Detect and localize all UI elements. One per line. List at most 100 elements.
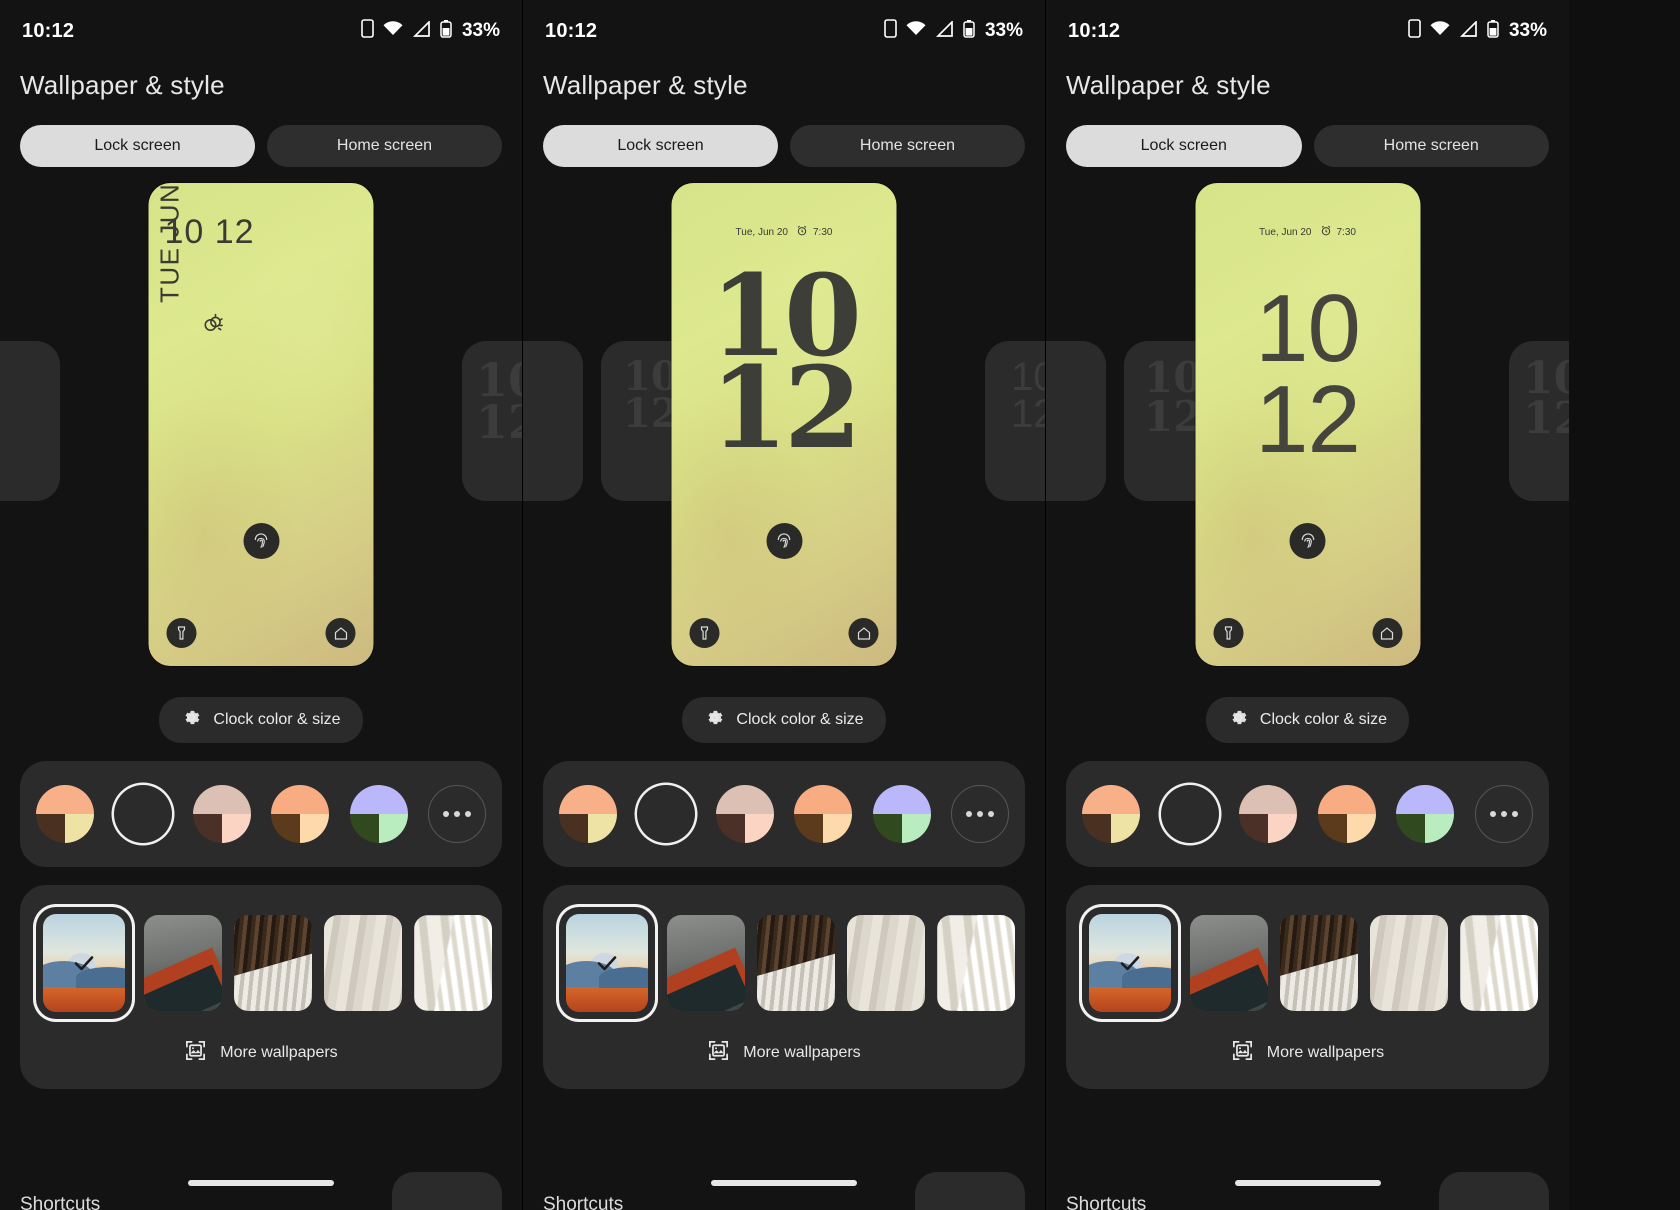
color-swatch-grey-selected[interactable]	[637, 785, 695, 843]
color-swatch-violet[interactable]	[349, 785, 408, 843]
page-title: Wallpaper & style	[1066, 70, 1271, 100]
wallpaper-thumb-sunset-mountain[interactable]	[559, 907, 655, 1019]
color-swatches-card	[543, 761, 1025, 867]
flashlight-icon[interactable]	[1213, 618, 1243, 648]
wallpaper-picker-card: More wallpapers	[1066, 885, 1549, 1089]
more-dots-icon[interactable]	[427, 785, 486, 843]
check-icon	[566, 914, 648, 1012]
clock-color-size-label: Clock color & size	[213, 711, 341, 728]
clock-color-size-label: Clock color & size	[1259, 711, 1388, 728]
wallpaper-thumbnails	[1082, 907, 1538, 1019]
clock-color-size-button[interactable]: Clock color & size	[682, 697, 886, 743]
color-swatch-peach[interactable]	[1082, 785, 1140, 843]
ghost-preview-right[interactable]: 10 12	[985, 341, 1045, 501]
panel-1: 10:12 33% Wallpaper & style Lock screen	[0, 0, 523, 1210]
ghost-digits-line2: 12	[1523, 393, 1569, 445]
home-icon[interactable]	[325, 618, 356, 648]
ghost-preview-left[interactable]: 10 12	[0, 341, 60, 501]
wallpaper-thumb-dark-feather[interactable]	[1280, 915, 1358, 1011]
color-swatch-orange[interactable]	[1317, 785, 1376, 843]
wallpaper-thumb-white-silk[interactable]	[847, 915, 925, 1011]
ghost-preview-right[interactable]: 10 12	[462, 341, 522, 501]
wallpaper-thumb-white-feather[interactable]	[1460, 915, 1538, 1011]
ghost-digits-line1: 10	[1011, 355, 1045, 399]
wifi-icon	[383, 21, 403, 41]
lock-screen-preview[interactable]: Tue, Jun 20 7:30 10 12	[671, 183, 897, 666]
wallpaper-thumb-red-ship[interactable]	[1190, 915, 1268, 1011]
nav-handle[interactable]	[711, 1180, 857, 1186]
flashlight-icon[interactable]	[689, 618, 720, 648]
tab-lock-screen[interactable]: Lock screen	[20, 125, 255, 167]
page-title: Wallpaper & style	[20, 70, 225, 100]
wallpaper-thumb-red-ship[interactable]	[144, 915, 222, 1011]
color-swatch-blush[interactable]	[1239, 785, 1298, 843]
ghost-preview-left[interactable]: 10 12	[1046, 341, 1106, 501]
tab-lock-screen[interactable]: Lock screen	[1066, 125, 1302, 167]
fingerprint-icon[interactable]	[243, 523, 279, 559]
wallpaper-thumb-white-feather[interactable]	[414, 915, 492, 1011]
clock-settings-row: Clock color & size	[0, 697, 522, 743]
lock-screen-preview[interactable]: Tue, Jun 20 7:30 10 12	[1195, 183, 1420, 666]
wallpaper-thumb-sunset-mountain[interactable]	[1082, 907, 1178, 1019]
status-bar: 10:12 33%	[0, 0, 522, 48]
ghost-preview-right[interactable]: 10 12	[1509, 341, 1569, 501]
tab-home-screen[interactable]: Home screen	[1313, 125, 1549, 167]
wallpaper-thumb-white-silk[interactable]	[1370, 915, 1448, 1011]
home-icon[interactable]	[848, 618, 879, 648]
battery-icon	[963, 19, 975, 43]
alarm-icon	[797, 225, 808, 239]
color-swatch-blush[interactable]	[715, 785, 774, 843]
color-swatch-violet[interactable]	[872, 785, 931, 843]
color-swatch-violet[interactable]	[1396, 785, 1455, 843]
ghost-digits-line2: 12	[1011, 391, 1045, 436]
wallpaper-thumb-red-ship[interactable]	[667, 915, 745, 1011]
wallpaper-thumb-dark-feather[interactable]	[234, 915, 312, 1011]
fingerprint-icon[interactable]	[766, 523, 802, 559]
clock-color-size-button[interactable]: Clock color & size	[1205, 697, 1410, 743]
image-icon	[707, 1039, 730, 1067]
color-swatch-orange[interactable]	[794, 785, 853, 843]
more-dots-icon[interactable]	[950, 785, 1009, 843]
wallpaper-thumb-white-silk[interactable]	[324, 915, 402, 1011]
nav-handle[interactable]	[1234, 1180, 1381, 1186]
color-swatch-peach[interactable]	[36, 785, 94, 843]
color-swatch-peach[interactable]	[559, 785, 617, 843]
wallpaper-preview-carousel: 10 12 10 12 10 12 Tue, Jun 20	[523, 183, 1045, 683]
more-wallpapers-button[interactable]: More wallpapers	[36, 1019, 486, 1089]
ghost-preview-left[interactable]: 10 12	[523, 341, 583, 501]
more-wallpapers-button[interactable]: More wallpapers	[559, 1019, 1009, 1089]
preview-date-vertical: TUE JUN 20	[154, 183, 185, 303]
preview-status-line: Tue, Jun 20 7:30	[672, 225, 897, 239]
tab-lock-screen[interactable]: Lock screen	[543, 125, 778, 167]
color-swatch-grey-selected[interactable]	[1161, 785, 1219, 843]
color-swatch-blush[interactable]	[192, 785, 251, 843]
more-dots-icon[interactable]	[1474, 785, 1533, 843]
color-swatches-card	[20, 761, 502, 867]
fingerprint-icon[interactable]	[1289, 523, 1326, 559]
color-swatch-grey-selected[interactable]	[114, 785, 172, 843]
phone-icon	[884, 19, 897, 43]
home-icon[interactable]	[1372, 618, 1402, 648]
color-swatch-orange[interactable]	[271, 785, 330, 843]
wifi-icon	[1430, 21, 1450, 41]
wallpaper-thumb-white-feather[interactable]	[937, 915, 1015, 1011]
ghost-digits-line2: 12	[1144, 391, 1203, 441]
wallpaper-thumb-dark-feather[interactable]	[757, 915, 835, 1011]
lock-screen-preview[interactable]: 10 12 TUE JUN 20 58°	[148, 183, 374, 666]
battery-percent: 33%	[1508, 20, 1547, 41]
ghost-digits-line2: 12	[623, 389, 679, 437]
more-wallpapers-label: More wallpapers	[220, 1044, 338, 1061]
tab-home-screen[interactable]: Home screen	[790, 125, 1025, 167]
clock-color-size-button[interactable]: Clock color & size	[159, 697, 363, 743]
check-icon	[43, 914, 125, 1012]
wifi-icon	[906, 21, 926, 41]
wallpaper-thumbnails	[559, 907, 1015, 1019]
wallpaper-thumb-sunset-mountain[interactable]	[36, 907, 132, 1019]
preview-clock: 10 12	[1195, 280, 1420, 467]
flashlight-icon[interactable]	[166, 618, 197, 648]
screen-tabs: Lock screen Home screen	[523, 101, 1045, 167]
tab-home-screen[interactable]: Home screen	[267, 125, 502, 167]
more-wallpapers-button[interactable]: More wallpapers	[1082, 1019, 1533, 1089]
nav-handle[interactable]	[188, 1180, 334, 1186]
status-bar: 10:12 33%	[1046, 0, 1569, 48]
